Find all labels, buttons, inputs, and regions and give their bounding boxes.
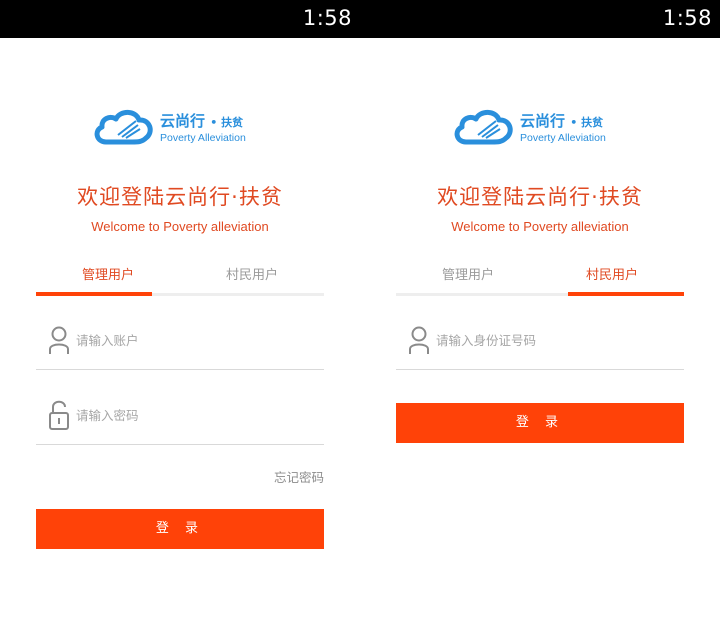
user-type-tabs: 管理用户 村民用户	[36, 262, 324, 296]
logo-brand-text: 云尚行	[160, 112, 206, 130]
villager-login-screen: 1:58 云尚行 • 扶贫 Poverty Alleviation 欢迎登陆云尚…	[360, 0, 720, 640]
account-input[interactable]	[76, 328, 316, 352]
lock-icon	[49, 400, 69, 430]
logo-brand-text: 云尚行	[520, 112, 566, 130]
user-type-tabs: 管理用户 村民用户	[396, 262, 684, 296]
account-field	[36, 314, 324, 370]
logo-subtitle: Poverty Alleviation	[520, 132, 606, 144]
cloud-logo-icon	[94, 109, 153, 145]
password-field	[36, 389, 324, 445]
id-number-input[interactable]	[436, 328, 676, 352]
tab-villager-user[interactable]: 村民用户	[180, 262, 324, 296]
tab-indicator	[568, 292, 684, 296]
logo-brand: 云尚行 • 扶贫	[160, 110, 243, 131]
app-logo: 云尚行 • 扶贫 Poverty Alleviation	[92, 106, 272, 148]
logo-subtitle: Poverty Alleviation	[160, 132, 246, 144]
page-subtitle: Welcome to Poverty alleviation	[91, 219, 269, 234]
logo-brand-tag: • 扶贫	[210, 116, 244, 129]
status-time: 1:58	[662, 6, 712, 30]
status-bar: 1:58	[360, 0, 720, 38]
logo-brand: 云尚行 • 扶贫	[520, 110, 603, 131]
page-title: 欢迎登陆云尚行·扶贫	[77, 185, 283, 209]
status-bar: 1:58	[0, 0, 360, 38]
admin-login-screen: 1:58 云尚行 • 扶贫 Poverty Alleviation 欢迎登陆云尚…	[0, 0, 360, 640]
tab-villager-user[interactable]: 村民用户	[540, 262, 684, 296]
password-input[interactable]	[76, 403, 316, 427]
logo-brand-tag: • 扶贫	[570, 116, 604, 129]
tab-admin-user[interactable]: 管理用户	[396, 262, 540, 296]
user-icon	[49, 326, 69, 354]
id-number-field	[396, 314, 684, 370]
user-icon	[409, 326, 429, 354]
cloud-logo-icon	[454, 109, 513, 145]
page-subtitle: Welcome to Poverty alleviation	[451, 219, 629, 234]
admin-login-button[interactable]: 登 录	[36, 509, 324, 549]
forgot-password-link[interactable]: 忘记密码	[274, 467, 324, 486]
villager-login-button[interactable]: 登 录	[396, 403, 684, 443]
screens: 1:58 云尚行 • 扶贫 Poverty Alleviation 欢迎登陆云尚…	[0, 0, 720, 640]
tab-indicator	[36, 292, 152, 296]
tab-admin-user[interactable]: 管理用户	[36, 262, 180, 296]
status-time: 1:58	[302, 6, 352, 30]
app-logo: 云尚行 • 扶贫 Poverty Alleviation	[452, 106, 632, 148]
page-title: 欢迎登陆云尚行·扶贫	[437, 185, 643, 209]
